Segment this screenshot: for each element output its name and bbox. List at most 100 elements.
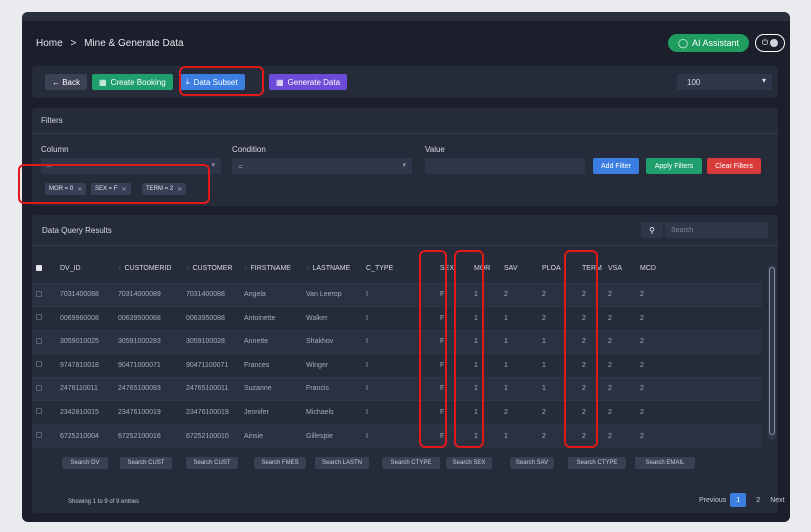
search-lastname-button[interactable]: Search LASTN xyxy=(315,457,369,469)
table-row[interactable]: 6725210004 67252100016 67252100010 Ainsie Gi… xyxy=(32,423,762,448)
search-sav-button[interactable]: Search SAV xyxy=(510,457,554,469)
apply-filters-button[interactable]: Apply Filters xyxy=(646,158,702,174)
power-toggle[interactable]: ⏻ xyxy=(755,34,785,52)
page-size-select[interactable]: 100 ▾ xyxy=(677,74,772,90)
table-row[interactable]: 7031400088 70314000089 7031400088 Angela Van… xyxy=(32,282,762,307)
cell-vsa: 2 xyxy=(604,423,636,448)
condition-select[interactable]: = ▾ xyxy=(232,158,412,174)
cell-customerid: 24765100093 xyxy=(114,376,182,401)
breadcrumb-home[interactable]: Home xyxy=(36,38,63,49)
page-1-button[interactable]: 1 xyxy=(730,493,747,507)
row-checkbox[interactable] xyxy=(32,400,56,424)
clear-filters-button[interactable]: Clear Filters xyxy=(707,158,761,174)
cell-mcd: 2 xyxy=(636,353,762,377)
row-checkbox[interactable] xyxy=(32,376,56,401)
cell-vsa: 2 xyxy=(604,400,636,424)
column-header-vsa[interactable]: VSA xyxy=(604,255,636,283)
column-header-mcd[interactable]: MCD xyxy=(636,255,762,283)
cell-firstname: Antoinette xyxy=(240,306,302,330)
page-2-button[interactable]: 2 xyxy=(750,493,766,507)
cell-c-type: I xyxy=(362,376,404,401)
row-checkbox[interactable] xyxy=(32,353,56,377)
search-sex-button[interactable]: Search SEX xyxy=(446,457,492,469)
row-checkbox[interactable] xyxy=(32,423,56,448)
cell-firstname: Ainsie xyxy=(240,423,302,448)
search-firstname-button[interactable]: Search FMES xyxy=(254,457,306,469)
table-row[interactable]: 3059010025 30591000283 3059100028 Annette Sh… xyxy=(32,329,762,354)
row-checkbox[interactable] xyxy=(32,329,56,354)
power-icon: ⏻ xyxy=(761,38,769,47)
cell-sav: 1 xyxy=(500,306,538,330)
vertical-scrollbar[interactable] xyxy=(768,265,776,440)
cell-dv-id: 2342810015 xyxy=(56,400,114,424)
calendar-icon: ▦ xyxy=(99,77,107,87)
row-checkbox[interactable] xyxy=(32,306,56,330)
breadcrumb-current: Mine & Generate Data xyxy=(84,38,184,49)
cell-c-type: I xyxy=(362,282,404,307)
cell-dv-id: 0069960008 xyxy=(56,306,114,330)
chevron-down-icon: ▾ xyxy=(761,76,766,85)
cell-mcd: 2 xyxy=(636,423,762,448)
table-row[interactable]: 0069960008 00639500068 0063950088 Antoinett… xyxy=(32,306,762,330)
next-page-button[interactable]: Next xyxy=(770,497,784,504)
cell-customerid: 23476100019 xyxy=(114,400,182,424)
search-customer-button[interactable]: Search CUST xyxy=(186,457,238,469)
cell-sav: 2 xyxy=(500,282,538,307)
cell-sav: 2 xyxy=(500,400,538,424)
results-search-input[interactable]: Search xyxy=(665,222,768,238)
column-header-customer[interactable]: ↕ CUSTOMER xyxy=(182,255,240,283)
column-header-firstname[interactable]: ↕ FIRSTNAME xyxy=(240,255,302,283)
select-all-checkbox[interactable] xyxy=(32,255,56,283)
column-header-lastname[interactable]: ↕ LASTNAME xyxy=(302,255,362,283)
cell-vsa: 2 xyxy=(604,282,636,307)
search-icon[interactable]: ⚲ xyxy=(641,222,663,238)
search-ctype-button[interactable]: Search CTYPE xyxy=(382,457,440,469)
generate-data-button[interactable]: ▦ Generate Data xyxy=(269,74,348,90)
create-booking-button[interactable]: ▦ Create Booking xyxy=(92,74,173,90)
cell-customer: 0063950088 xyxy=(182,306,240,330)
column-header-dv-id[interactable]: DV_ID xyxy=(56,255,114,283)
cell-mcd: 2 xyxy=(636,376,762,401)
results-divider xyxy=(32,245,778,246)
cell-customer: 3059100028 xyxy=(182,329,240,354)
column-header-sav[interactable]: SAV xyxy=(500,255,538,283)
search-email-button[interactable]: Search EMAIL xyxy=(635,457,695,469)
highlight-data-subset xyxy=(179,66,264,96)
value-input[interactable] xyxy=(425,158,585,174)
ai-assistant-button[interactable]: ◯ AI Assistant xyxy=(668,34,749,52)
cell-firstname: Angela xyxy=(240,282,302,307)
column-header-customerid[interactable]: ↕ CUSTOMERID xyxy=(114,255,182,283)
cell-vsa: 2 xyxy=(604,329,636,354)
back-button[interactable]: ← Back xyxy=(45,74,88,90)
cell-firstname: Suzanne xyxy=(240,376,302,401)
previous-page-button[interactable]: Previous xyxy=(699,497,726,504)
column-label: Column xyxy=(41,145,69,154)
table-row[interactable]: 2342810015 23476100019 23476100019 Jennifer… xyxy=(32,400,762,424)
column-header-c-type[interactable]: C_TYPE xyxy=(362,255,404,283)
cell-c-type: I xyxy=(362,400,404,424)
window-top-strip xyxy=(22,12,790,21)
cell-customerid: 67252100016 xyxy=(114,423,182,448)
highlight-sex-column xyxy=(419,250,447,448)
row-checkbox[interactable] xyxy=(32,282,56,307)
back-label: ← Back xyxy=(52,77,81,87)
value-label: Value xyxy=(425,145,445,154)
add-filter-button[interactable]: Add Filter xyxy=(593,158,639,174)
table-row[interactable]: 9747810018 90471000071 90471100071 Frances W… xyxy=(32,353,762,377)
table-row[interactable]: 2476110011 24765100093 24765100011 Suzanne F… xyxy=(32,376,762,401)
search-term-button[interactable]: Search CTYPE xyxy=(568,457,626,469)
breadcrumb-separator: > xyxy=(70,38,77,49)
condition-label: Condition xyxy=(232,145,266,154)
search-dv-button[interactable]: Search DV xyxy=(62,457,108,469)
search-customerid-button[interactable]: Search CUST xyxy=(120,457,172,469)
cell-customer: 67252100010 xyxy=(182,423,240,448)
cell-customer: 23476100019 xyxy=(182,400,240,424)
cell-mcd: 2 xyxy=(636,400,762,424)
cell-c-type: I xyxy=(362,306,404,330)
entries-info: Showing 1 to 9 of 9 entries xyxy=(68,499,140,505)
cell-customer: 7031400088 xyxy=(182,282,240,307)
scrollbar-thumb[interactable] xyxy=(769,267,775,435)
filters-title: Filters xyxy=(41,116,63,125)
cell-sav: 1 xyxy=(500,353,538,377)
app-window: Home > Mine & Generate Data ◯ AI Assista… xyxy=(22,12,790,522)
